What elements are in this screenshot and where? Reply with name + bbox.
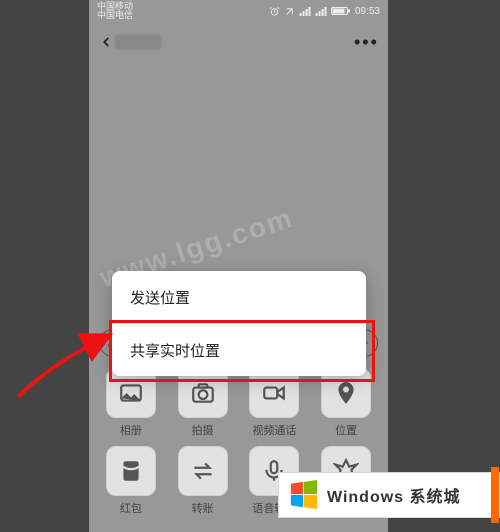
carrier-label: 中国移动 中国电信 <box>97 2 133 20</box>
screenshot-stage: 中国移动 中国电信 09:53 ••• <box>0 0 500 532</box>
more-button[interactable]: ••• <box>354 32 378 53</box>
grid-item-label: 红包 <box>120 500 142 516</box>
video-call-icon <box>261 380 287 406</box>
transfer-icon <box>190 458 216 484</box>
signal-icon-2 <box>315 6 327 16</box>
grid-item-label: 位置 <box>335 422 357 438</box>
grid-item-label: 视频通话 <box>252 422 296 438</box>
signal-icon <box>299 6 311 16</box>
battery-icon <box>331 6 351 16</box>
grid-item-label: 相册 <box>120 422 142 438</box>
album-icon <box>118 380 144 406</box>
camera-icon <box>190 380 216 406</box>
grid-item-red-packet[interactable]: 红包 <box>99 446 163 516</box>
status-bar: 中国移动 中国电信 09:53 <box>89 0 388 22</box>
grid-item-location[interactable]: 位置 <box>314 368 378 438</box>
windows-logo-icon <box>289 480 319 510</box>
popup-option-send-location[interactable]: 发送位置 <box>112 271 366 323</box>
location-icon <box>333 380 359 406</box>
grid-item-album[interactable]: 相册 <box>99 368 163 438</box>
source-brand-card: Windows 系统城 <box>278 472 500 518</box>
brand-text: Windows 系统城 <box>327 483 461 507</box>
clock-label: 09:53 <box>355 6 380 17</box>
popup-option-share-live-location[interactable]: 共享实时位置 <box>112 323 366 376</box>
red-packet-icon <box>118 458 144 484</box>
back-button[interactable] <box>99 32 161 52</box>
grid-item-camera[interactable]: 拍摄 <box>171 368 235 438</box>
grid-item-transfer[interactable]: 转账 <box>171 446 235 516</box>
chevron-left-icon <box>99 32 113 52</box>
grid-item-label: 转账 <box>192 500 214 516</box>
location-action-sheet: 发送位置 共享实时位置 <box>112 271 366 376</box>
contact-name-redacted <box>115 35 161 49</box>
brand-accent-bar <box>491 467 499 523</box>
status-icons: 09:53 <box>269 6 380 17</box>
grid-item-label: 拍摄 <box>192 422 214 438</box>
grid-item-video-call[interactable]: 视频通话 <box>243 368 307 438</box>
alarm-icon <box>269 6 280 17</box>
chat-navbar: ••• <box>89 22 388 62</box>
phone-screen: 中国移动 中国电信 09:53 ••• <box>89 0 388 532</box>
nfc-icon <box>284 6 295 17</box>
